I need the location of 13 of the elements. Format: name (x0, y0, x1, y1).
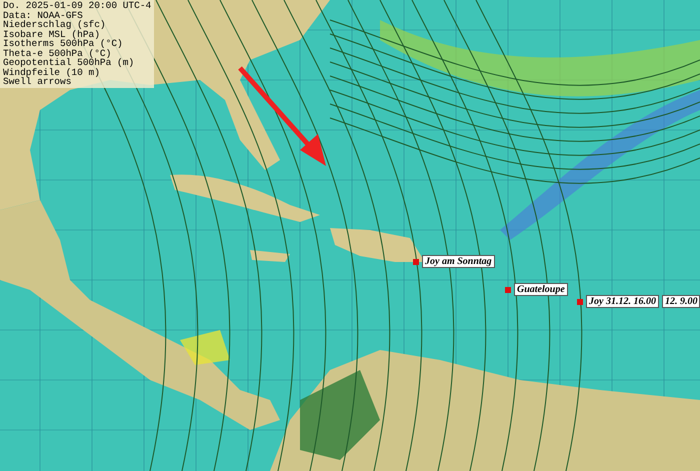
legend-line: Windpfeile (10 m) (3, 68, 101, 77)
legend-line: Swell arrows (3, 77, 72, 86)
legend-line: Isotherms 500hPa (°C) (3, 39, 124, 48)
legend-line: Data: NOAA-GFS (3, 10, 83, 20)
waypoint-label: Joy 31.12. 16.00 (586, 295, 659, 308)
waypoint-label: Joy am Sonntag (422, 255, 495, 268)
waypoint-label: Guateloupe (514, 283, 568, 296)
waypoint-label: 12. 9.00 (662, 295, 700, 308)
legend-line: Theta-e 500hPa (°C) (3, 48, 112, 58)
legend-line: Isobare MSL (hPa) (3, 30, 100, 39)
legend-line: Geopotential 500hPa (m) (3, 58, 136, 68)
legend-line: Niederschlag (sfc) (3, 20, 107, 30)
legend-title: Do. 2025-01-09 20:00 UTC-4 (3, 1, 152, 10)
